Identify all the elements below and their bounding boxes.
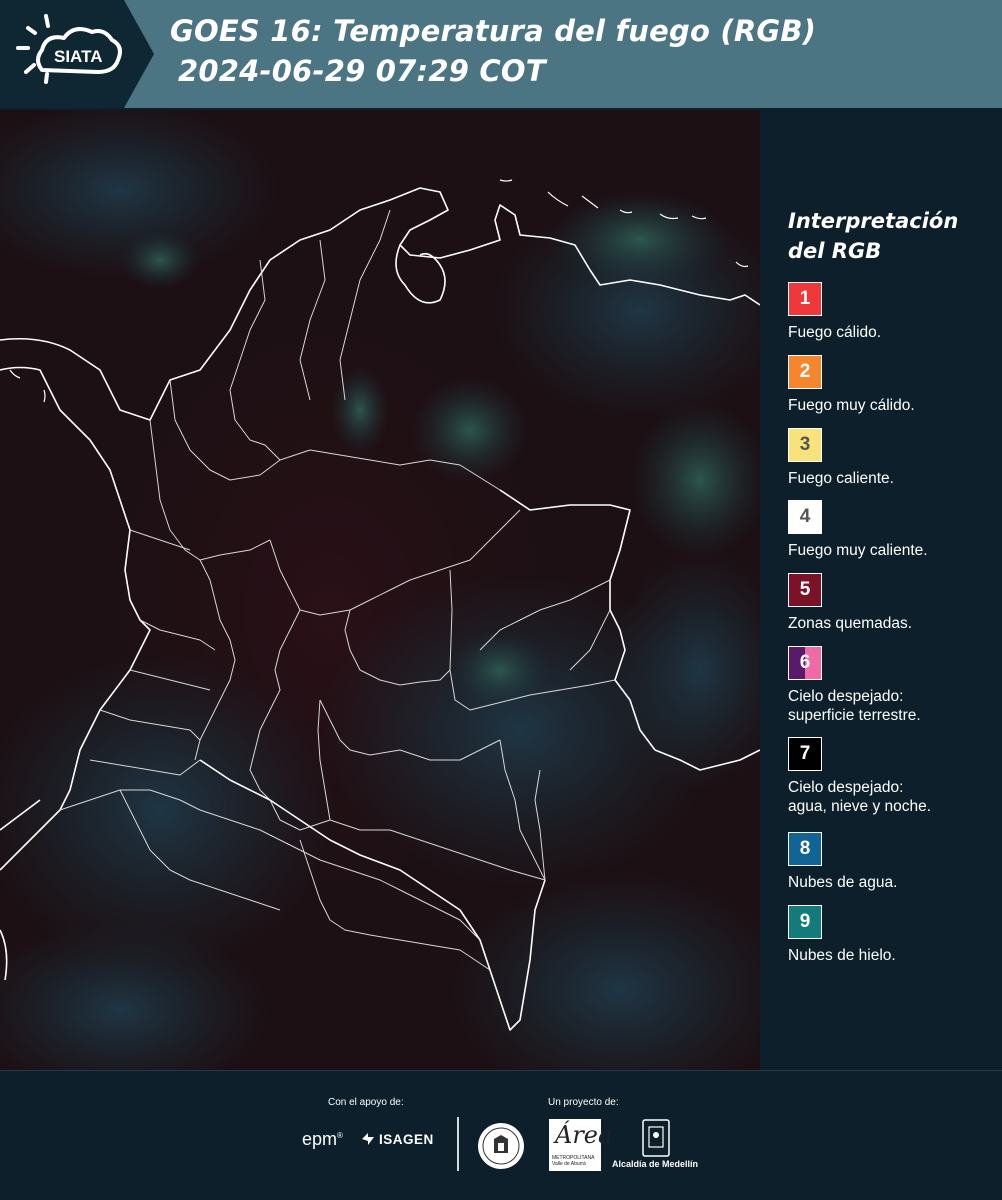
legend-swatch: 7 bbox=[788, 737, 822, 771]
legend-title: Interpretación del RGB bbox=[788, 206, 958, 266]
footer-divider bbox=[457, 1117, 459, 1171]
legend-item-1: 1 Fuego cálido. bbox=[788, 282, 998, 342]
legend-panel: Interpretación del RGB 1 Fuego cálido. 2… bbox=[760, 110, 1002, 1070]
legend-label: Fuego caliente. bbox=[788, 470, 894, 487]
legend-swatch: 1 bbox=[788, 282, 822, 316]
legend-swatch: 6 bbox=[788, 646, 822, 680]
legend-title-line2: del RGB bbox=[788, 239, 882, 263]
legend-label: Cielo despejado: superficie terrestre. bbox=[788, 688, 921, 724]
legend-label: Nubes de agua. bbox=[788, 874, 898, 891]
page-title: GOES 16: Temperatura del fuego (RGB) bbox=[170, 14, 817, 48]
area-metropolitana-logo: Área METROPOLITANA Valle de Aburrá bbox=[549, 1119, 612, 1171]
legend-swatch: 4 bbox=[788, 500, 822, 534]
legend-item-9: 9 Nubes de hielo. bbox=[788, 905, 998, 965]
legend-label: Nubes de hielo. bbox=[788, 947, 896, 964]
project-label: Un proyecto de: bbox=[548, 1097, 619, 1108]
legend-item-4: 4 Fuego muy caliente. bbox=[788, 500, 998, 560]
legend-label: Fuego muy caliente. bbox=[788, 542, 928, 559]
legend-title-line1: Interpretación bbox=[788, 209, 959, 233]
footer-bar: Con el apoyo de: Un proyecto de: epm® IS… bbox=[0, 1070, 1002, 1200]
alcaldia-label: Alcaldía de Medellín bbox=[612, 1159, 699, 1169]
epm-logo: epm® bbox=[302, 1129, 343, 1149]
legend-label: Fuego cálido. bbox=[788, 324, 882, 341]
universidad-seal-icon bbox=[476, 1121, 526, 1176]
legend-item-7: 7 Cielo despejado: agua, nieve y noche. bbox=[788, 737, 998, 816]
siata-logo: SIATA bbox=[0, 0, 154, 108]
legend-item-6: 6 Cielo despejado: superficie terrestre. bbox=[788, 646, 998, 725]
page-timestamp: 2024-06-29 07:29 COT bbox=[178, 54, 546, 88]
legend-label: Fuego muy cálido. bbox=[788, 397, 915, 414]
legend-label: Cielo despejado: agua, nieve y noche. bbox=[788, 779, 932, 815]
legend-swatch: 8 bbox=[788, 832, 822, 866]
satellite-map bbox=[0, 110, 760, 1070]
isagen-mark-icon bbox=[362, 1133, 374, 1145]
support-label: Con el apoyo de: bbox=[328, 1097, 404, 1108]
legend-swatch: 5 bbox=[788, 573, 822, 607]
legend-swatch: 2 bbox=[788, 355, 822, 389]
siata-logo-text: SIATA bbox=[54, 47, 102, 66]
alcaldia-shield-icon bbox=[642, 1119, 670, 1162]
legend-swatch: 9 bbox=[788, 905, 822, 939]
legend-item-3: 3 Fuego caliente. bbox=[788, 428, 998, 488]
legend-swatch: 3 bbox=[788, 428, 822, 462]
header-bar: SIATA GOES 16: Temperatura del fuego (RG… bbox=[0, 0, 1002, 108]
isagen-logo: ISAGEN bbox=[360, 1131, 434, 1147]
legend-item-5: 5 Zonas quemadas. bbox=[788, 573, 998, 633]
legend-label: Zonas quemadas. bbox=[788, 615, 913, 632]
legend-item-8: 8 Nubes de agua. bbox=[788, 832, 998, 892]
legend-item-2: 2 Fuego muy cálido. bbox=[788, 355, 998, 415]
